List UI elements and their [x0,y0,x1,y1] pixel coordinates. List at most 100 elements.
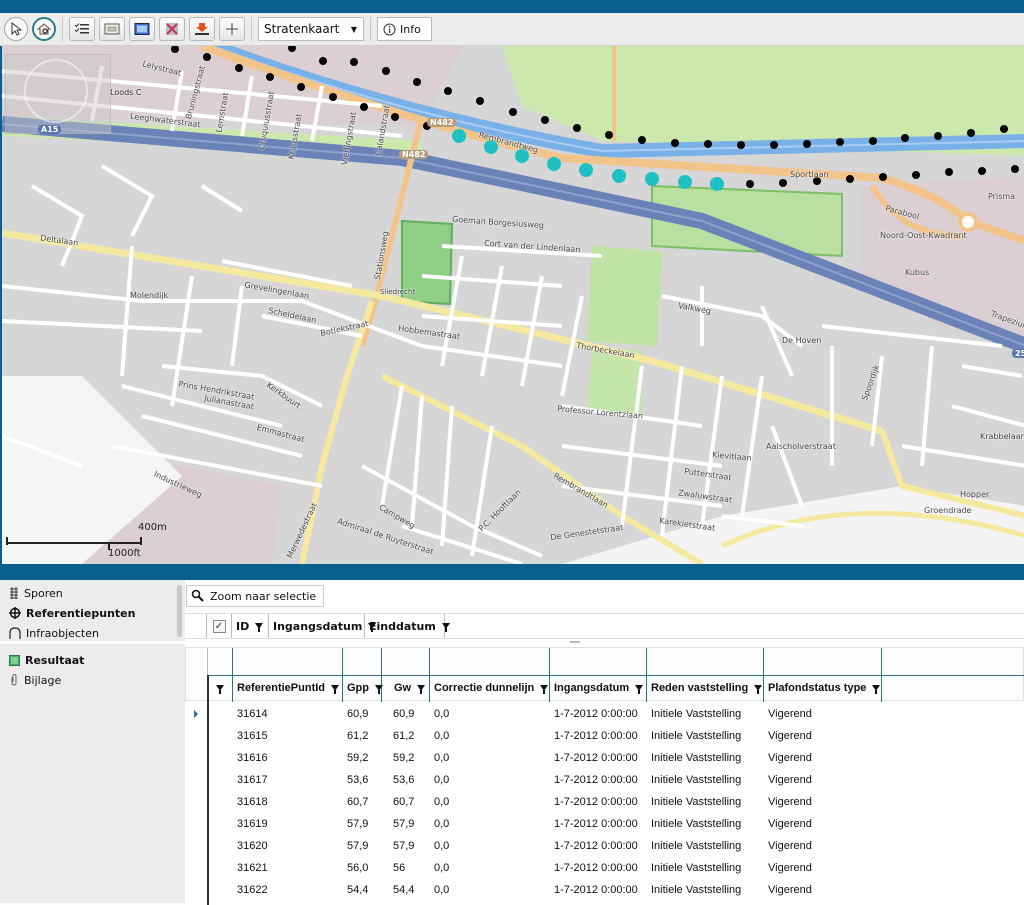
layer-item-referentiepunten[interactable]: Referentiepunten [0,603,185,623]
filter-column-header[interactable] [211,675,231,701]
place-label: Kubus [905,268,930,277]
info-button[interactable]: Info [377,17,432,41]
table-row[interactable]: 31616 59,2 59,2 0,0 1-7-2012 0:00:00 Initiele… [185,747,1024,769]
zoom-to-selection-button[interactable]: Zoom naar selectie [186,585,325,607]
reference-point [770,141,778,149]
reference-point [266,73,274,81]
table-row[interactable]: 31619 57,9 57,9 0,0 1-7-2012 0:00:00 Initiele… [185,813,1024,835]
window-panel-button[interactable] [129,17,155,41]
column-header-correctie-dunnelijn[interactable]: Correctie dunnelijn [429,675,549,701]
table-row[interactable]: 31620 57,9 57,9 0,0 1-7-2012 0:00:00 Initiele… [185,835,1024,857]
pan-ring[interactable] [24,59,88,123]
column-label: Gw [394,682,412,694]
select-all-checkbox[interactable]: ✓ [212,619,226,633]
filter-icon[interactable] [417,685,426,694]
table-cell: 1-7-2012 0:00:00 [554,818,638,830]
roundabout [958,212,978,232]
row-header-cell [185,614,207,638]
layer-list-button[interactable] [69,17,95,41]
place-label: Loods C [110,88,142,97]
filter-icon[interactable] [331,685,340,694]
tab-bijlage[interactable]: Bijlage [0,670,185,690]
table-cell: 31616 [237,752,268,764]
scale-line [6,542,142,544]
table-row[interactable]: 31618 60,7 60,7 0,0 1-7-2012 0:00:00 Initiele… [185,791,1024,813]
table-cell: 57,9 [347,818,369,830]
selected-point [612,169,626,183]
grid-splitter-handle[interactable] [570,641,580,643]
filter-icon[interactable] [754,685,763,694]
map-toolbar: Stratenkaart ▼ Info [0,13,1024,46]
column-label: ID [236,619,250,633]
layer-label: Infraobjecten [26,626,99,640]
zoom-extent-button[interactable] [32,17,56,41]
filter-icon[interactable] [540,685,549,694]
filter-icon[interactable] [375,685,383,694]
column-header-gw[interactable]: Gw [389,675,426,701]
column-label: Reden vaststelling [651,682,749,694]
filter-icon[interactable] [635,685,644,694]
reference-point [413,78,421,86]
table-row[interactable]: 31622 54,4 54,4 0,0 1-7-2012 0:00:00 Initiele… [185,879,1024,901]
reference-point [509,108,517,116]
reference-point [879,173,887,181]
column-header-einddatum[interactable]: Einddatum [365,614,450,638]
table-cell: 0,0 [434,752,450,764]
reference-point [945,168,953,176]
map-view[interactable]: A15 N482 N482 25 Lelystraat Loods C Leeg… [0,46,1024,564]
clear-selection-button[interactable] [159,17,185,41]
frame-icon [104,23,120,35]
reference-point [746,180,754,188]
table-row[interactable]: 31614 60,9 60,9 0,0 1-7-2012 0:00:00 Initiele… [185,703,1024,725]
title-bar [0,0,1024,13]
column-header-id[interactable]: ID [232,614,269,638]
download-button[interactable] [189,17,215,41]
column-label: Plafondstatus type [768,682,867,694]
column-label: Einddatum [369,619,436,633]
table-cell: Initiele Vaststelling [651,840,742,852]
filter-icon[interactable] [255,623,264,632]
current-row-indicator-icon [194,710,198,718]
layer-item-sporen[interactable]: Sporen [0,583,185,603]
reference-point [235,64,243,72]
result-tabs: Resultaat Bijlage [0,644,185,690]
basemap-select[interactable]: Stratenkaart ▼ [258,17,364,41]
table-cell: 0,0 [434,818,450,830]
table-row[interactable]: 31615 61,2 61,2 0,0 1-7-2012 0:00:00 Initiele… [185,725,1024,747]
column-label: Ingangsdatum [554,682,630,694]
table-row[interactable]: 31617 53,6 53,6 0,0 1-7-2012 0:00:00 Initiele… [185,769,1024,791]
filter-icon[interactable] [368,623,377,632]
panel-divider[interactable] [0,564,1024,580]
reference-point [573,124,581,132]
column-header-gpp[interactable]: Gpp [342,675,383,701]
select-arrow-button[interactable] [4,17,28,41]
table-cell: 1-7-2012 0:00:00 [554,862,638,874]
reference-point [605,131,613,139]
map-frame-button[interactable] [99,17,125,41]
column-header-referentiepuntid[interactable]: ReferentiePuntId [232,675,340,701]
reference-point [360,103,368,111]
tab-resultaat[interactable]: Resultaat [0,650,185,670]
layer-item-infraobjecten[interactable]: Infraobjecten [0,623,185,643]
filter-icon[interactable] [216,685,224,694]
add-button[interactable] [219,17,245,41]
place-label: Prisma [988,192,1016,201]
filter-icon[interactable] [872,685,881,694]
selected-point [579,163,593,177]
table-cell: 56,0 [347,862,369,874]
layer-list-scrollbar[interactable] [177,585,182,637]
column-header-ingangsdatum[interactable]: Ingangsdatum [549,675,644,701]
tab-label: Resultaat [25,653,85,667]
table-row[interactable]: 31621 56,0 56 0,0 1-7-2012 0:00:00 Initiele V… [185,857,1024,879]
street-label: Molendijk [130,291,169,300]
table-cell: 31617 [237,774,268,786]
column-header-plafondstatus-type[interactable]: Plafondstatus type [763,675,881,701]
reference-point [391,113,399,121]
map-navigation-control[interactable] [5,54,111,134]
filter-icon[interactable] [441,623,450,632]
table-cell: Initiele Vaststelling [651,796,742,808]
table-cell: Initiele Vaststelling [651,752,742,764]
column-header-ingangsdatum[interactable]: Ingangsdatum [269,614,377,638]
column-header-reden-vaststelling[interactable]: Reden vaststelling [646,675,763,701]
table-cell: 60,9 [393,708,415,720]
